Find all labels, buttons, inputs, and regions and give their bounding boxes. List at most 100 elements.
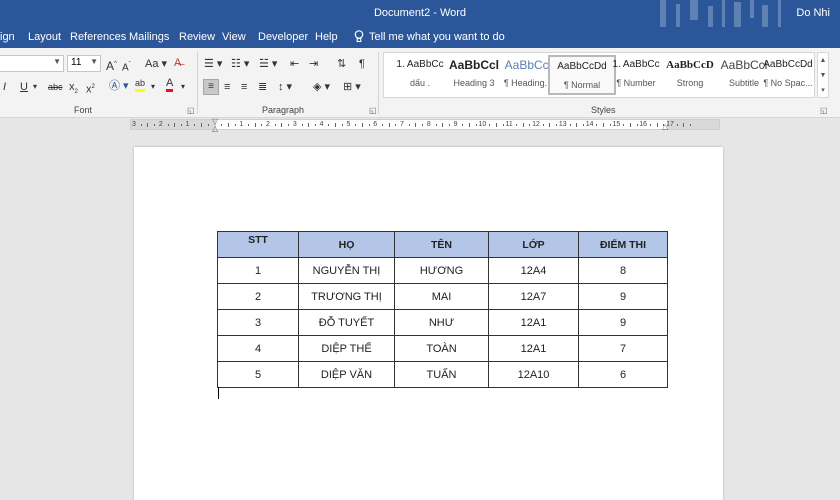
tab-view[interactable]: View — [222, 31, 246, 43]
user-name[interactable]: Do Nhi — [796, 7, 830, 19]
cell-ho[interactable]: ĐỖ TUYẾT — [298, 309, 395, 336]
paragraph-group-label: Paragraph — [262, 105, 305, 115]
header-diem-thi[interactable]: ĐIỂM THI — [578, 231, 668, 258]
ruler-tick — [381, 124, 383, 126]
chevron-down-icon[interactable]: ▼ — [818, 68, 828, 83]
ruler-tick — [207, 124, 209, 126]
subscript-icon[interactable]: x2 — [69, 80, 78, 99]
shading-icon[interactable]: ◈ ▾ — [313, 80, 330, 94]
ruler-tick — [629, 123, 631, 127]
tab-developer[interactable]: Developer — [258, 31, 308, 43]
header-ho[interactable]: HỌ — [298, 231, 395, 258]
ruler-tick — [174, 123, 176, 127]
group-divider — [197, 52, 198, 114]
cell-ho[interactable]: NGUYỄN THỊ — [298, 257, 395, 284]
paragraph-dialog-launcher-icon[interactable]: ◱ — [369, 106, 377, 115]
chevron-down-icon[interactable]: ▾ — [151, 80, 155, 94]
cell-lop[interactable]: 12A7 — [488, 283, 579, 310]
ruler-number: 1 — [185, 121, 190, 128]
header-stt[interactable]: STT — [217, 231, 299, 258]
superscript-icon[interactable]: x2 — [86, 80, 95, 97]
indent-marker-icon[interactable]: ▽ △ — [212, 118, 218, 133]
chevron-down-icon[interactable]: ▾ — [33, 80, 37, 94]
cell-stt[interactable]: 3 — [217, 309, 299, 336]
cell-ten[interactable]: HƯƠNG — [394, 257, 489, 284]
cell-diem[interactable]: 9 — [578, 309, 668, 336]
cell-diem[interactable]: 6 — [578, 361, 668, 388]
decrease-indent-icon[interactable]: ⇤ — [290, 57, 299, 71]
cell-lop[interactable]: 12A1 — [488, 309, 579, 336]
tab-layout[interactable]: Layout — [28, 31, 61, 43]
sort-icon[interactable]: ⇅ — [337, 57, 346, 71]
cell-lop[interactable]: 12A10 — [488, 361, 579, 388]
change-case-icon[interactable]: Aa ▾ — [145, 57, 167, 71]
bullets-icon[interactable]: ☰ ▾ — [204, 57, 222, 71]
cell-ho[interactable]: DIỆP THẾ — [298, 335, 395, 362]
tab-design[interactable]: ign — [0, 31, 15, 43]
cell-ten[interactable]: NHƯ — [394, 309, 489, 336]
cell-ten[interactable]: TUẤN — [394, 361, 489, 388]
tab-review[interactable]: Review — [179, 31, 215, 43]
tab-mailings[interactable]: Mailings — [129, 31, 169, 43]
font-dialog-launcher-icon[interactable]: ◱ — [187, 106, 195, 115]
cell-ho[interactable]: DIỆP VĂN — [298, 361, 395, 388]
header-ten[interactable]: TÊN — [394, 231, 489, 258]
highlight-icon[interactable]: ab — [135, 78, 146, 92]
multilevel-list-icon[interactable]: ☱ ▾ — [259, 57, 277, 71]
shrink-font-icon[interactable]: Aˇ — [122, 58, 131, 75]
cell-stt[interactable]: 5 — [217, 361, 299, 388]
font-color-icon[interactable]: A — [166, 77, 174, 92]
ruler-tick — [462, 124, 464, 126]
cell-stt[interactable]: 4 — [217, 335, 299, 362]
strikethrough-icon[interactable]: abc — [48, 80, 63, 94]
pilcrow-icon[interactable]: ¶ — [359, 57, 365, 71]
text-effects-icon[interactable]: Ⓐ ▾ — [109, 79, 129, 93]
clear-formatting-icon[interactable]: A̶ — [174, 56, 181, 70]
more-styles-icon[interactable]: ▾ — [818, 83, 828, 98]
style-item-no-spacing[interactable]: AaBbCcDd ¶ No Spac... — [762, 55, 814, 95]
cell-lop[interactable]: 12A4 — [488, 257, 579, 284]
cell-ten[interactable]: TOÀN — [394, 335, 489, 362]
ruler-number: 14 — [585, 121, 594, 128]
cell-stt[interactable]: 2 — [217, 283, 299, 310]
line-spacing-icon[interactable]: ↕ ▾ — [278, 80, 292, 94]
numbering-icon[interactable]: ☷ ▾ — [231, 57, 249, 71]
italic-icon[interactable]: I — [3, 80, 6, 94]
ruler-number: 15 — [612, 121, 621, 128]
ruler-number: 4 — [319, 121, 324, 128]
cell-diem[interactable]: 7 — [578, 335, 668, 362]
right-indent-marker-icon[interactable]: △ — [662, 122, 668, 131]
ruler-number: 10 — [478, 121, 487, 128]
cell-lop[interactable]: 12A1 — [488, 335, 579, 362]
tell-me-box[interactable]: Tell me what you want to do — [354, 30, 505, 43]
cell-ho[interactable]: TRƯƠNG THỊ — [298, 283, 395, 310]
cell-diem[interactable]: 9 — [578, 283, 668, 310]
increase-indent-icon[interactable]: ⇥ — [309, 57, 318, 71]
font-size-combo[interactable]: 11 ▼ — [67, 55, 101, 72]
ruler-tick — [415, 123, 417, 127]
student-table[interactable]: STT HỌ TÊN LỚP ĐIỂM THI 1 NGUYỄN THỊ HƯƠ… — [217, 231, 668, 388]
grow-font-icon[interactable]: A^ — [106, 57, 117, 73]
horizontal-ruler[interactable]: 3 2 1 1 2 3 4 5 6 7 8 9 10 11 12 13 14 15 16 17 — [130, 119, 720, 130]
borders-icon[interactable]: ⊞ ▾ — [343, 80, 361, 94]
underline-icon[interactable]: U — [20, 80, 28, 94]
styles-gallery-scroll[interactable]: ▲ ▼ ▾ — [817, 52, 829, 98]
font-name-combo[interactable]: ▼ — [0, 55, 64, 72]
ruler-tick — [355, 124, 357, 126]
styles-dialog-launcher-icon[interactable]: ◱ — [820, 106, 828, 115]
cell-stt[interactable]: 1 — [217, 257, 299, 284]
header-lop[interactable]: LỚP — [488, 231, 579, 258]
chevron-up-icon[interactable]: ▲ — [818, 53, 828, 68]
chevron-down-icon[interactable]: ▾ — [181, 80, 185, 94]
tab-references[interactable]: References — [70, 31, 126, 43]
ruler-tick — [328, 124, 330, 126]
cell-diem[interactable]: 8 — [578, 257, 668, 284]
document-page[interactable]: STT HỌ TÊN LỚP ĐIỂM THI 1 NGUYỄN THỊ HƯƠ… — [134, 147, 723, 500]
table-row: 3 ĐỖ TUYẾT NHƯ 12A1 9 — [217, 309, 668, 336]
align-left-icon[interactable]: ≡ — [203, 79, 219, 95]
align-center-icon[interactable]: ≡ — [224, 80, 230, 94]
justify-icon[interactable]: ≣ — [258, 80, 267, 94]
cell-ten[interactable]: MAI — [394, 283, 489, 310]
align-right-icon[interactable]: ≡ — [241, 80, 247, 94]
tab-help[interactable]: Help — [315, 31, 338, 43]
